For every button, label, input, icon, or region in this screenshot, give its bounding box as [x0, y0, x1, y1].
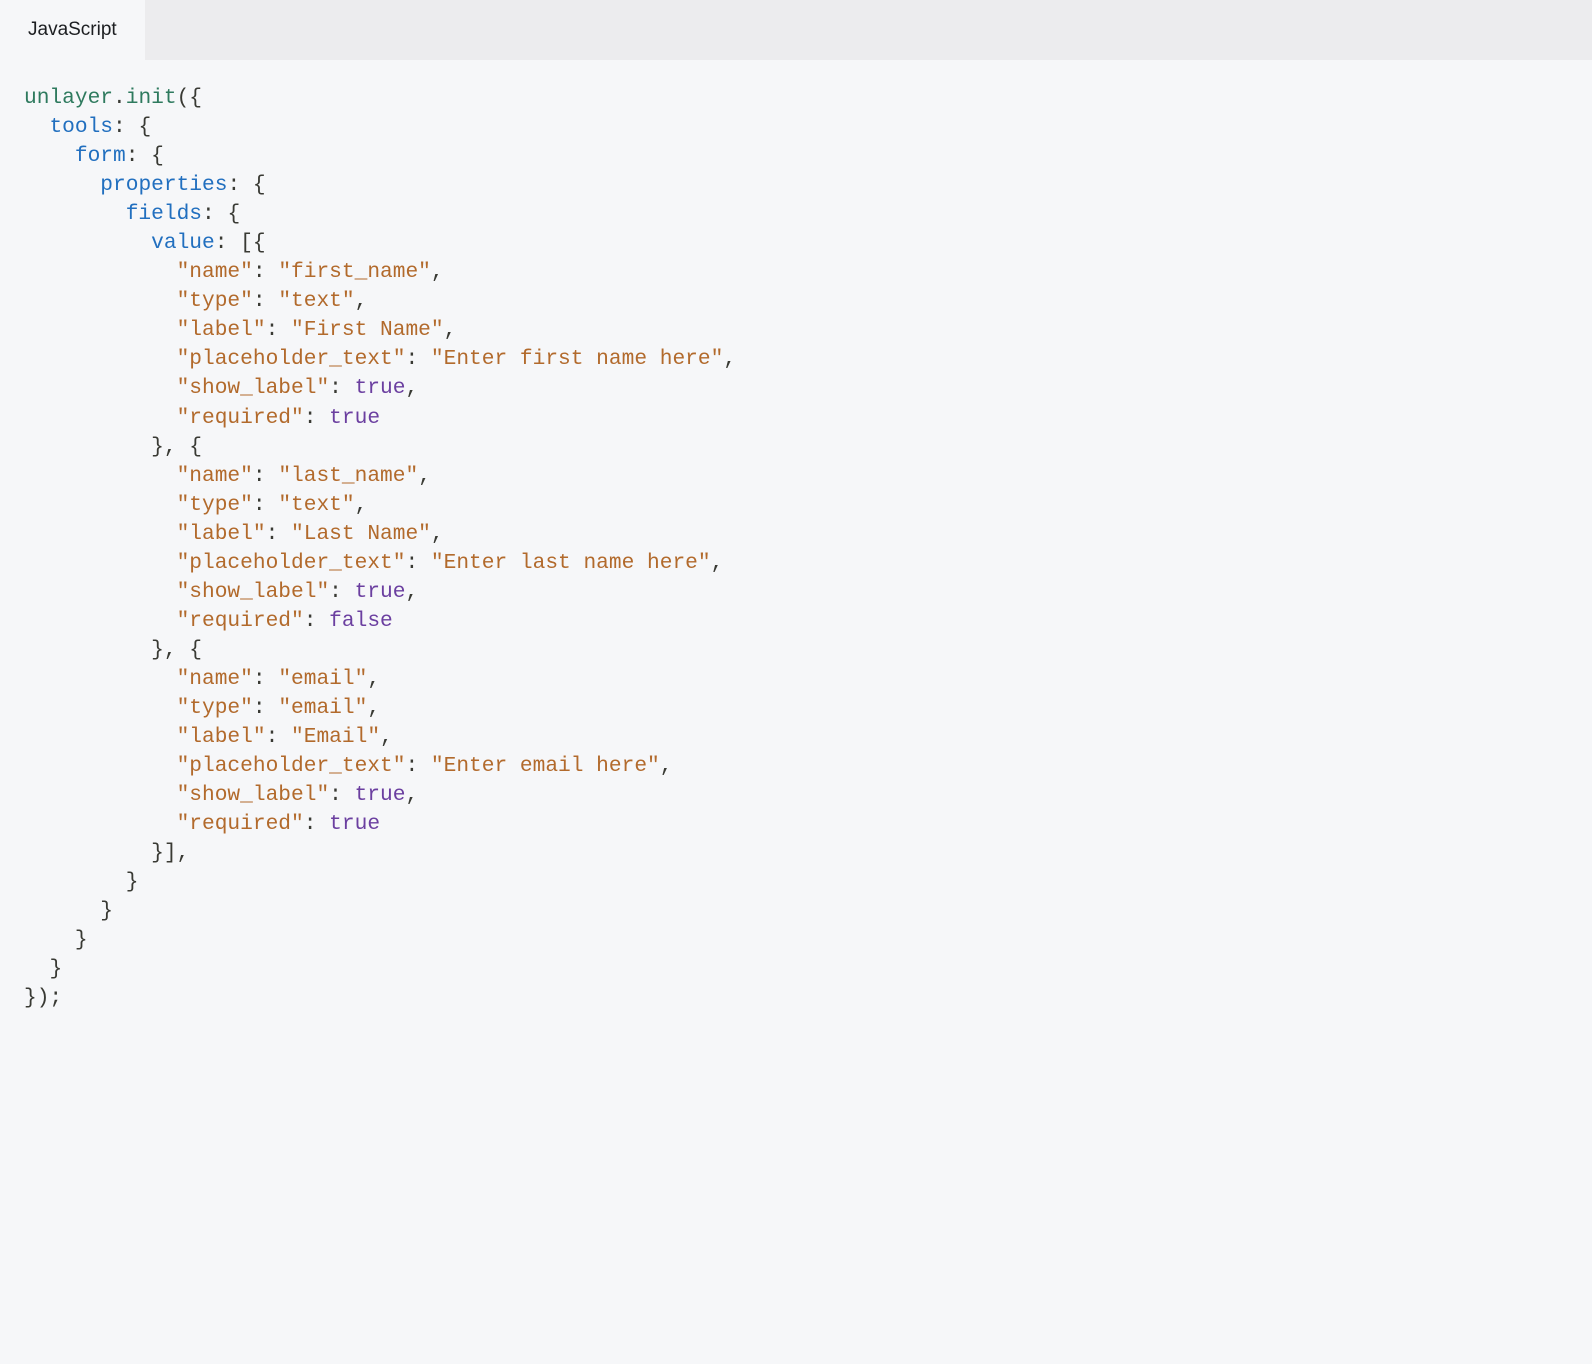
- code-punct: ,: [405, 376, 418, 400]
- code-punct: :: [253, 667, 278, 691]
- code-punct: .: [113, 86, 126, 110]
- code-punct: ({: [177, 86, 202, 110]
- code-fieldkey-showlabel: "show_label": [177, 580, 330, 604]
- code-punct: ,: [405, 580, 418, 604]
- code-punct: : {: [202, 202, 240, 226]
- code-fieldkey-placeholder: "placeholder_text": [177, 754, 406, 778]
- code-punct: :: [304, 812, 329, 836]
- code-key-properties: properties: [100, 173, 227, 197]
- code-punct: :: [329, 783, 354, 807]
- code-punct: : {: [227, 173, 265, 197]
- code-fieldkey-name: "name": [177, 464, 253, 488]
- code-punct: ,: [723, 347, 736, 371]
- tab-javascript[interactable]: JavaScript: [0, 0, 145, 60]
- code-punct: }: [126, 870, 139, 894]
- code-punct: :: [405, 551, 430, 575]
- code-fieldkey-label: "label": [177, 522, 266, 546]
- code-value: "text": [278, 493, 354, 517]
- code-punct: : [{: [215, 231, 266, 255]
- code-fieldkey-label: "label": [177, 725, 266, 749]
- code-fieldkey-required: "required": [177, 812, 304, 836]
- code-punct: }],: [151, 841, 189, 865]
- code-punct: ,: [405, 783, 418, 807]
- code-punct: :: [329, 580, 354, 604]
- code-fieldkey-required: "required": [177, 406, 304, 430]
- code-block: JavaScript unlayer.init({ tools: { form:…: [0, 0, 1592, 1038]
- code-punct: ,: [367, 667, 380, 691]
- code-value: "email": [278, 667, 367, 691]
- code-punct: :: [253, 260, 278, 284]
- code-fieldkey-type: "type": [177, 493, 253, 517]
- code-punct: : {: [113, 115, 151, 139]
- code-value: "email": [278, 696, 367, 720]
- code-punct: ,: [355, 289, 368, 313]
- code-punct: ,: [418, 464, 431, 488]
- code-punct: }, {: [151, 435, 202, 459]
- code-punct: :: [253, 464, 278, 488]
- code-value: "Enter first name here": [431, 347, 723, 371]
- code-fieldkey-type: "type": [177, 289, 253, 313]
- code-value: "Enter last name here": [431, 551, 711, 575]
- code-object: unlayer: [24, 86, 113, 110]
- code-fieldkey-showlabel: "show_label": [177, 783, 330, 807]
- code-punct: :: [405, 754, 430, 778]
- code-value: "text": [278, 289, 354, 313]
- code-punct: ,: [367, 696, 380, 720]
- tab-bar: JavaScript: [0, 0, 1592, 60]
- code-content: unlayer.init({ tools: { form: { properti…: [0, 60, 1592, 1038]
- code-fieldkey-name: "name": [177, 667, 253, 691]
- code-punct: :: [253, 493, 278, 517]
- code-fieldkey-placeholder: "placeholder_text": [177, 347, 406, 371]
- code-value: "Last Name": [291, 522, 431, 546]
- code-punct: :: [253, 696, 278, 720]
- code-fieldkey-placeholder: "placeholder_text": [177, 551, 406, 575]
- code-value: "Email": [291, 725, 380, 749]
- code-fieldkey-type: "type": [177, 696, 253, 720]
- code-punct: ,: [711, 551, 724, 575]
- code-punct: :: [266, 725, 291, 749]
- tab-label: JavaScript: [28, 19, 117, 41]
- code-bool: true: [355, 580, 406, 604]
- code-key-tools: tools: [49, 115, 113, 139]
- code-punct: ,: [660, 754, 673, 778]
- code-punct: :: [405, 347, 430, 371]
- code-bool: true: [329, 812, 380, 836]
- code-key-form: form: [75, 144, 126, 168]
- code-bool: false: [329, 609, 393, 633]
- code-value: "last_name": [278, 464, 418, 488]
- code-punct: : {: [126, 144, 164, 168]
- code-key-fields: fields: [126, 202, 202, 226]
- code-punct: }: [100, 899, 113, 923]
- code-value: "first_name": [278, 260, 431, 284]
- code-punct: }: [49, 957, 62, 981]
- code-punct: :: [304, 609, 329, 633]
- code-fieldkey-label: "label": [177, 318, 266, 342]
- code-punct: :: [329, 376, 354, 400]
- code-key-value: value: [151, 231, 215, 255]
- code-bool: true: [329, 406, 380, 430]
- code-value: "First Name": [291, 318, 444, 342]
- code-punct: });: [24, 986, 62, 1010]
- code-punct: ,: [355, 493, 368, 517]
- code-value: "Enter email here": [431, 754, 660, 778]
- code-punct: ,: [444, 318, 457, 342]
- code-punct: :: [304, 406, 329, 430]
- code-punct: ,: [380, 725, 393, 749]
- code-punct: :: [266, 318, 291, 342]
- code-bool: true: [355, 376, 406, 400]
- code-punct: }, {: [151, 638, 202, 662]
- code-fieldkey-showlabel: "show_label": [177, 376, 330, 400]
- code-punct: ,: [431, 260, 444, 284]
- code-method: init: [126, 86, 177, 110]
- code-fieldkey-required: "required": [177, 609, 304, 633]
- code-punct: }: [75, 928, 88, 952]
- code-bool: true: [355, 783, 406, 807]
- code-punct: :: [253, 289, 278, 313]
- code-fieldkey-name: "name": [177, 260, 253, 284]
- code-punct: ,: [431, 522, 444, 546]
- code-punct: :: [266, 522, 291, 546]
